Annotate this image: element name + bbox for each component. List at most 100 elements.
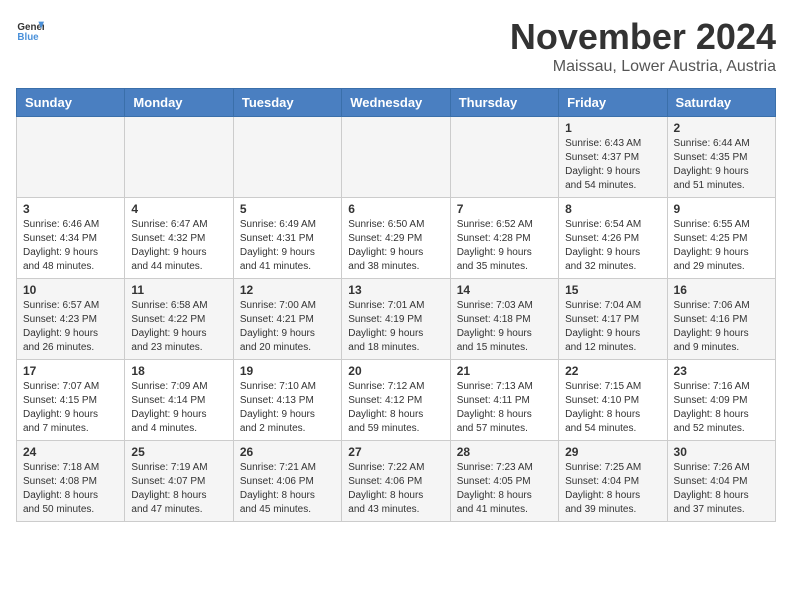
month-title: November 2024	[510, 16, 776, 58]
day-info: Sunrise: 7:07 AMSunset: 4:15 PMDaylight:…	[23, 380, 118, 436]
calendar-week-row: 24 Sunrise: 7:18 AMSunset: 4:08 PMDayligh…	[17, 441, 776, 522]
day-number: 9	[674, 202, 769, 216]
day-info: Sunrise: 6:52 AMSunset: 4:28 PMDaylight:…	[457, 218, 552, 274]
day-info: Sunrise: 6:57 AMSunset: 4:23 PMDaylight:…	[23, 299, 118, 355]
day-of-week-header: Tuesday	[233, 89, 341, 117]
day-info: Sunrise: 7:04 AMSunset: 4:17 PMDaylight:…	[565, 299, 660, 355]
day-number: 2	[674, 121, 769, 135]
calendar-cell: 28 Sunrise: 7:23 AMSunset: 4:05 PMDayligh…	[450, 441, 558, 522]
day-info: Sunrise: 6:47 AMSunset: 4:32 PMDaylight:…	[131, 218, 226, 274]
calendar-cell: 7Sunrise: 6:52 AMSunset: 4:28 PMDaylight…	[450, 198, 558, 279]
day-number: 16	[674, 283, 769, 297]
calendar: SundayMondayTuesdayWednesdayThursdayFrid…	[16, 88, 776, 522]
day-number: 8	[565, 202, 660, 216]
calendar-cell: 11 Sunrise: 6:58 AMSunset: 4:22 PMDayligh…	[125, 279, 233, 360]
day-info: Sunrise: 7:19 AMSunset: 4:07 PMDaylight:…	[131, 461, 226, 517]
day-number: 21	[457, 364, 552, 378]
calendar-cell	[17, 117, 125, 198]
calendar-week-row: 17 Sunrise: 7:07 AMSunset: 4:15 PMDayligh…	[17, 360, 776, 441]
calendar-header: SundayMondayTuesdayWednesdayThursdayFrid…	[17, 89, 776, 117]
day-info: Sunrise: 7:13 AMSunset: 4:11 PMDaylight:…	[457, 380, 552, 436]
day-info: Sunrise: 7:12 AMSunset: 4:12 PMDaylight:…	[348, 380, 443, 436]
title-area: November 2024 Maissau, Lower Austria, Au…	[510, 16, 776, 76]
calendar-cell	[125, 117, 233, 198]
calendar-cell: 10 Sunrise: 6:57 AMSunset: 4:23 PMDayligh…	[17, 279, 125, 360]
calendar-cell: 18 Sunrise: 7:09 AMSunset: 4:14 PMDayligh…	[125, 360, 233, 441]
day-info: Sunrise: 7:21 AMSunset: 4:06 PMDaylight:…	[240, 461, 335, 517]
day-info: Sunrise: 6:58 AMSunset: 4:22 PMDaylight:…	[131, 299, 226, 355]
calendar-cell: 2Sunrise: 6:44 AMSunset: 4:35 PMDaylight…	[667, 117, 775, 198]
calendar-body: 1 Sunrise: 6:43 AMSunset: 4:37 PMDaylight…	[17, 117, 776, 522]
calendar-cell: 26 Sunrise: 7:21 AMSunset: 4:06 PMDayligh…	[233, 441, 341, 522]
day-info: Sunrise: 6:55 AMSunset: 4:25 PMDaylight:…	[674, 218, 769, 274]
location-title: Maissau, Lower Austria, Austria	[510, 58, 776, 76]
day-info: Sunrise: 6:49 AMSunset: 4:31 PMDaylight:…	[240, 218, 335, 274]
day-info: Sunrise: 7:22 AMSunset: 4:06 PMDaylight:…	[348, 461, 443, 517]
day-number: 4	[131, 202, 226, 216]
day-of-week-header: Thursday	[450, 89, 558, 117]
day-number: 24	[23, 445, 118, 459]
day-of-week-header: Friday	[559, 89, 667, 117]
day-info: Sunrise: 7:23 AMSunset: 4:05 PMDaylight:…	[457, 461, 552, 517]
calendar-cell: 30Sunrise: 7:26 AMSunset: 4:04 PMDayligh…	[667, 441, 775, 522]
day-number: 30	[674, 445, 769, 459]
day-info: Sunrise: 6:46 AMSunset: 4:34 PMDaylight:…	[23, 218, 118, 274]
day-info: Sunrise: 7:10 AMSunset: 4:13 PMDaylight:…	[240, 380, 335, 436]
svg-text:Blue: Blue	[17, 32, 39, 43]
day-number: 13	[348, 283, 443, 297]
calendar-cell: 21 Sunrise: 7:13 AMSunset: 4:11 PMDayligh…	[450, 360, 558, 441]
calendar-cell: 5 Sunrise: 6:49 AMSunset: 4:31 PMDaylight…	[233, 198, 341, 279]
calendar-cell	[450, 117, 558, 198]
day-number: 14	[457, 283, 552, 297]
day-number: 18	[131, 364, 226, 378]
calendar-cell: 22Sunrise: 7:15 AMSunset: 4:10 PMDayligh…	[559, 360, 667, 441]
calendar-cell: 20 Sunrise: 7:12 AMSunset: 4:12 PMDayligh…	[342, 360, 450, 441]
day-info: Sunrise: 7:01 AMSunset: 4:19 PMDaylight:…	[348, 299, 443, 355]
calendar-cell: 4 Sunrise: 6:47 AMSunset: 4:32 PMDaylight…	[125, 198, 233, 279]
calendar-cell: 3 Sunrise: 6:46 AMSunset: 4:34 PMDaylight…	[17, 198, 125, 279]
calendar-cell: 9 Sunrise: 6:55 AMSunset: 4:25 PMDaylight…	[667, 198, 775, 279]
day-number: 27	[348, 445, 443, 459]
day-info: Sunrise: 7:18 AMSunset: 4:08 PMDaylight:…	[23, 461, 118, 517]
day-number: 6	[348, 202, 443, 216]
day-info: Sunrise: 7:15 AMSunset: 4:10 PMDaylight:…	[565, 380, 660, 436]
calendar-cell: 8 Sunrise: 6:54 AMSunset: 4:26 PMDaylight…	[559, 198, 667, 279]
day-number: 19	[240, 364, 335, 378]
day-of-week-header: Monday	[125, 89, 233, 117]
day-number: 23	[674, 364, 769, 378]
day-number: 26	[240, 445, 335, 459]
calendar-cell: 1 Sunrise: 6:43 AMSunset: 4:37 PMDaylight…	[559, 117, 667, 198]
day-number: 1	[565, 121, 660, 135]
day-number: 3	[23, 202, 118, 216]
calendar-cell: 13 Sunrise: 7:01 AMSunset: 4:19 PMDayligh…	[342, 279, 450, 360]
calendar-week-row: 3 Sunrise: 6:46 AMSunset: 4:34 PMDaylight…	[17, 198, 776, 279]
calendar-cell: 29Sunrise: 7:25 AMSunset: 4:04 PMDayligh…	[559, 441, 667, 522]
calendar-cell: 14 Sunrise: 7:03 AMSunset: 4:18 PMDayligh…	[450, 279, 558, 360]
day-number: 25	[131, 445, 226, 459]
day-header-row: SundayMondayTuesdayWednesdayThursdayFrid…	[17, 89, 776, 117]
day-number: 12	[240, 283, 335, 297]
day-number: 17	[23, 364, 118, 378]
header: General Blue November 2024 Maissau, Lowe…	[16, 16, 776, 76]
day-number: 11	[131, 283, 226, 297]
day-number: 15	[565, 283, 660, 297]
day-info: Sunrise: 7:25 AMSunset: 4:04 PMDaylight:…	[565, 461, 660, 517]
day-info: Sunrise: 7:09 AMSunset: 4:14 PMDaylight:…	[131, 380, 226, 436]
day-info: Sunrise: 7:03 AMSunset: 4:18 PMDaylight:…	[457, 299, 552, 355]
day-number: 28	[457, 445, 552, 459]
day-number: 20	[348, 364, 443, 378]
day-number: 10	[23, 283, 118, 297]
calendar-cell: 15 Sunrise: 7:04 AMSunset: 4:17 PMDayligh…	[559, 279, 667, 360]
day-info: Sunrise: 7:06 AMSunset: 4:16 PMDaylight:…	[674, 299, 769, 355]
calendar-cell: 25 Sunrise: 7:19 AMSunset: 4:07 PMDayligh…	[125, 441, 233, 522]
logo: General Blue	[16, 16, 44, 44]
day-number: 5	[240, 202, 335, 216]
calendar-cell: 24 Sunrise: 7:18 AMSunset: 4:08 PMDayligh…	[17, 441, 125, 522]
day-of-week-header: Saturday	[667, 89, 775, 117]
day-info: Sunrise: 6:43 AMSunset: 4:37 PMDaylight:…	[565, 137, 660, 193]
calendar-cell	[342, 117, 450, 198]
day-info: Sunrise: 6:54 AMSunset: 4:26 PMDaylight:…	[565, 218, 660, 274]
calendar-week-row: 10 Sunrise: 6:57 AMSunset: 4:23 PMDayligh…	[17, 279, 776, 360]
calendar-week-row: 1 Sunrise: 6:43 AMSunset: 4:37 PMDaylight…	[17, 117, 776, 198]
logo-icon: General Blue	[16, 16, 44, 44]
